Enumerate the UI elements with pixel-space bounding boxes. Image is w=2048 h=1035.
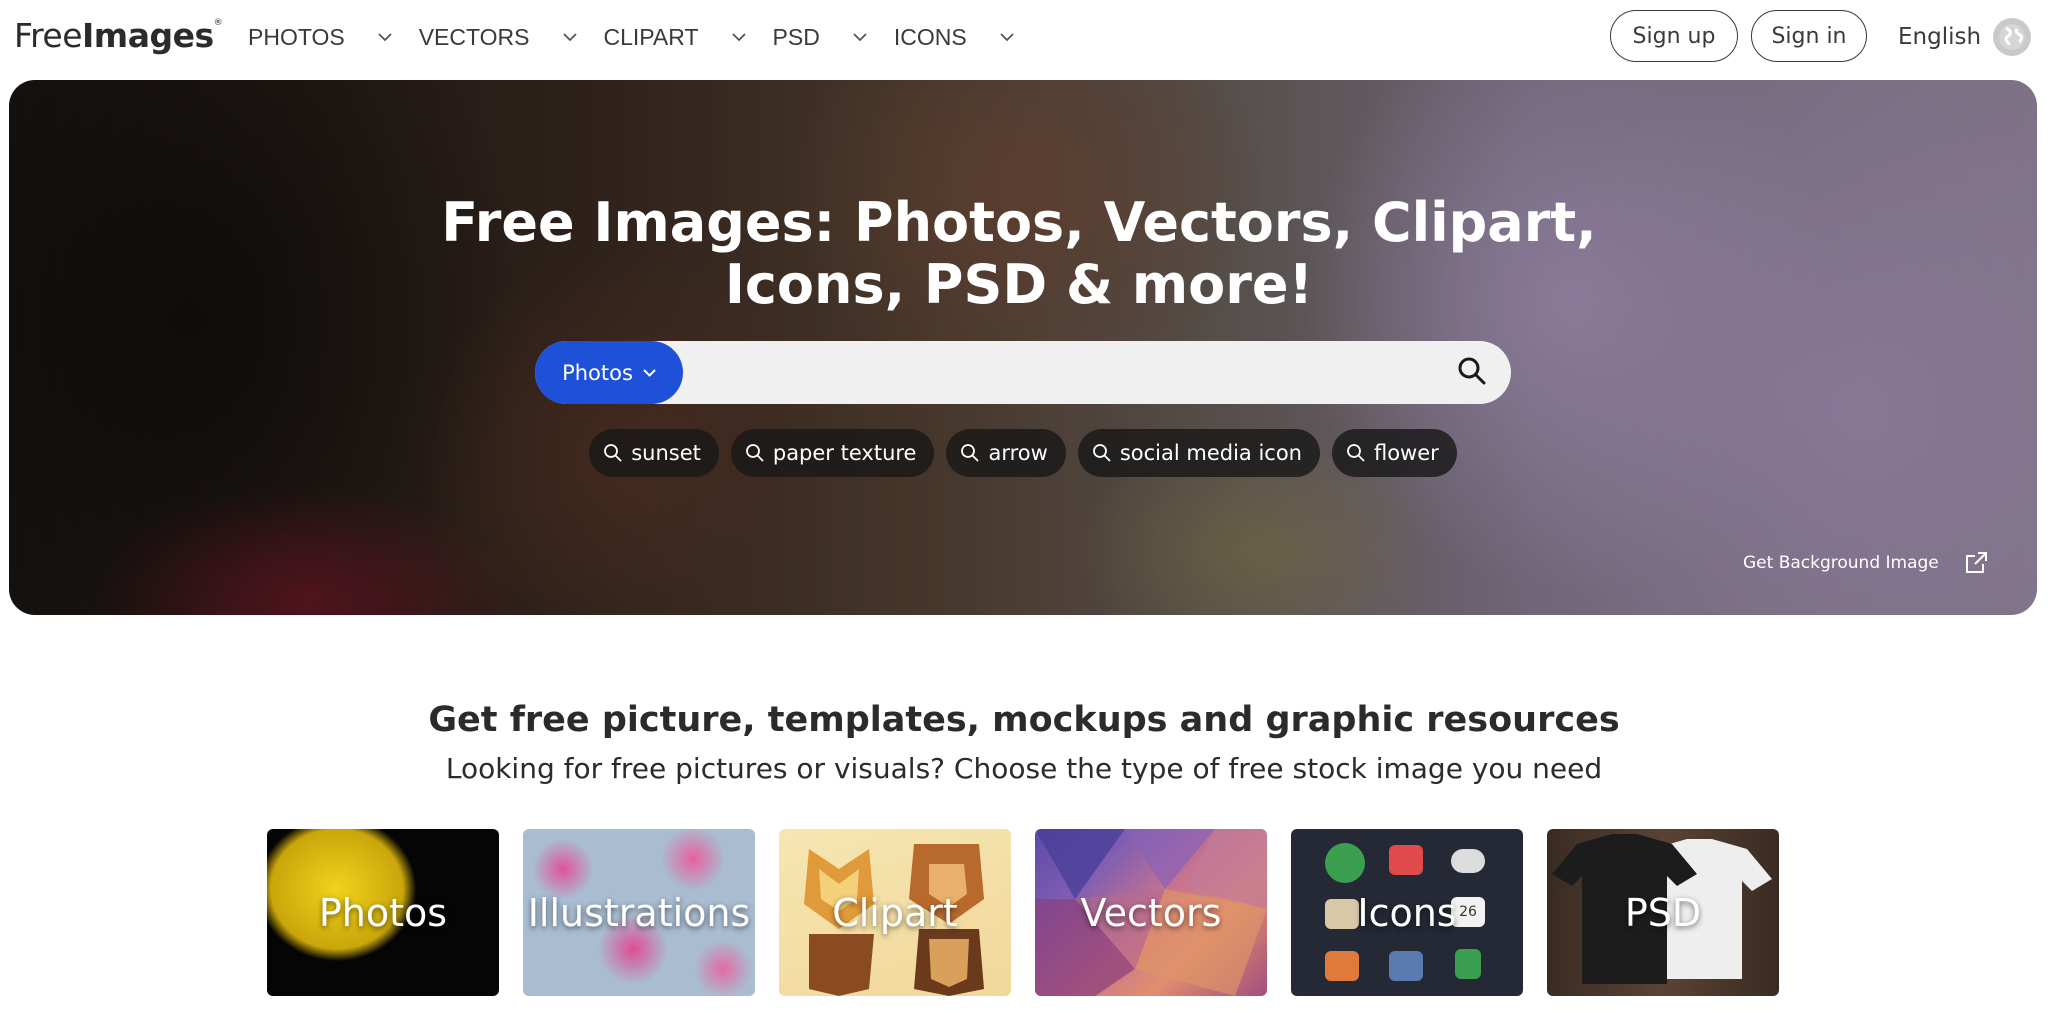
search-tag-label: flower	[1373, 441, 1439, 465]
search-tag-label: arrow	[988, 441, 1048, 465]
section-subtitle: Looking for free pictures or visuals? Ch…	[445, 752, 1603, 785]
hero-title: Free Images: Photos, Vectors, Clipart, I…	[441, 191, 1597, 316]
chevron-down-icon[interactable]	[562, 29, 578, 45]
search-icon	[1346, 443, 1366, 463]
nav-item-vectors[interactable]: VECTORS	[419, 24, 578, 51]
language-label: English	[1898, 24, 1982, 50]
logo-bold-text: Images	[82, 16, 214, 55]
search-icon	[1092, 443, 1112, 463]
mail-icon	[1389, 845, 1423, 875]
chevron-down-icon[interactable]	[731, 29, 747, 45]
category-tile-icons[interactable]: 26 Icons	[1291, 829, 1523, 996]
search-tag[interactable]: sunset	[589, 429, 719, 477]
category-label: Illustrations	[527, 890, 751, 935]
search-type-dropdown[interactable]: Photos	[535, 341, 683, 404]
main-nav: PHOTOS VECTORS CLIPART PSD ICONS	[248, 0, 1041, 74]
get-background-image-link[interactable]: Get Background Image	[1743, 550, 1989, 576]
cloud-icon	[1451, 849, 1485, 873]
popular-search-tags: sunset paper texture arrow social media …	[9, 429, 2037, 477]
category-tile-vectors[interactable]: Vectors	[1035, 829, 1267, 996]
search-icon	[960, 443, 980, 463]
search-tag-label: social media icon	[1119, 441, 1302, 465]
category-tile-clipart[interactable]: Clipart	[779, 829, 1011, 996]
browser-icon	[1325, 951, 1359, 981]
category-label: Photos	[318, 890, 448, 935]
get-background-image-label: Get Background Image	[1743, 553, 1939, 573]
search-tag-label: paper texture	[772, 441, 917, 465]
nav-item-label: PHOTOS	[248, 23, 345, 50]
image-icon	[1389, 951, 1423, 981]
search-tag[interactable]: paper texture	[730, 429, 935, 477]
search-tag[interactable]: flower	[1331, 429, 1457, 477]
nav-item-clipart[interactable]: CLIPART	[604, 24, 747, 51]
hero-banner: Free Images: Photos, Vectors, Clipart, I…	[9, 80, 2037, 615]
document-icon	[1455, 949, 1481, 979]
category-tile-psd[interactable]: PSD	[1547, 829, 1779, 996]
nav-item-label: PSD	[772, 23, 820, 50]
category-label: Clipart	[832, 890, 958, 935]
calendar-day: 26	[1459, 904, 1477, 920]
search-bar: Photos	[535, 341, 1511, 404]
clock-icon	[1325, 843, 1365, 883]
nav-item-photos[interactable]: PHOTOS	[248, 24, 393, 51]
search-icon	[603, 443, 623, 463]
external-link-icon	[1963, 550, 1989, 576]
chevron-down-icon[interactable]	[852, 29, 868, 45]
language-selector[interactable]: English	[1898, 0, 2032, 74]
nav-item-psd[interactable]: PSD	[773, 24, 868, 51]
nav-item-icons[interactable]: ICONS	[894, 24, 1015, 51]
category-tiles: Photos Illustrations Clipart Vectors 26 …	[267, 829, 1803, 996]
site-logo[interactable]: FreeImages®	[14, 16, 223, 55]
search-button[interactable]	[1455, 356, 1489, 390]
nav-item-label: CLIPART	[603, 23, 699, 50]
sign-up-button[interactable]: Sign up	[1610, 10, 1738, 62]
category-tile-photos[interactable]: Photos	[267, 829, 499, 996]
sign-in-button[interactable]: Sign in	[1751, 10, 1867, 62]
nav-item-label: VECTORS	[418, 23, 530, 50]
search-type-label: Photos	[562, 360, 633, 385]
logo-light-text: Free	[14, 16, 83, 55]
category-label: PSD	[1624, 890, 1702, 935]
logo-registered-mark: ®	[213, 18, 223, 28]
globe-icon	[1993, 18, 2032, 56]
chevron-down-icon[interactable]	[377, 29, 393, 45]
category-label: Vectors	[1080, 890, 1222, 935]
chevron-down-icon[interactable]	[999, 29, 1015, 45]
site-header: FreeImages® PHOTOS VECTORS CLIPART PSD I…	[0, 0, 2048, 74]
category-label: Icons	[1357, 890, 1457, 935]
nav-item-label: ICONS	[893, 23, 967, 50]
search-tag[interactable]: arrow	[946, 429, 1066, 477]
search-tag[interactable]: social media icon	[1077, 429, 1320, 477]
chevron-down-icon	[643, 368, 656, 377]
folder-icon	[1325, 899, 1359, 929]
search-input[interactable]	[695, 349, 1435, 396]
search-tag-label: sunset	[631, 441, 701, 465]
search-icon	[745, 443, 765, 463]
search-icon	[1457, 356, 1487, 391]
category-tile-illustrations[interactable]: Illustrations	[523, 829, 755, 996]
section-title: Get free picture, templates, mockups and…	[428, 700, 1620, 740]
